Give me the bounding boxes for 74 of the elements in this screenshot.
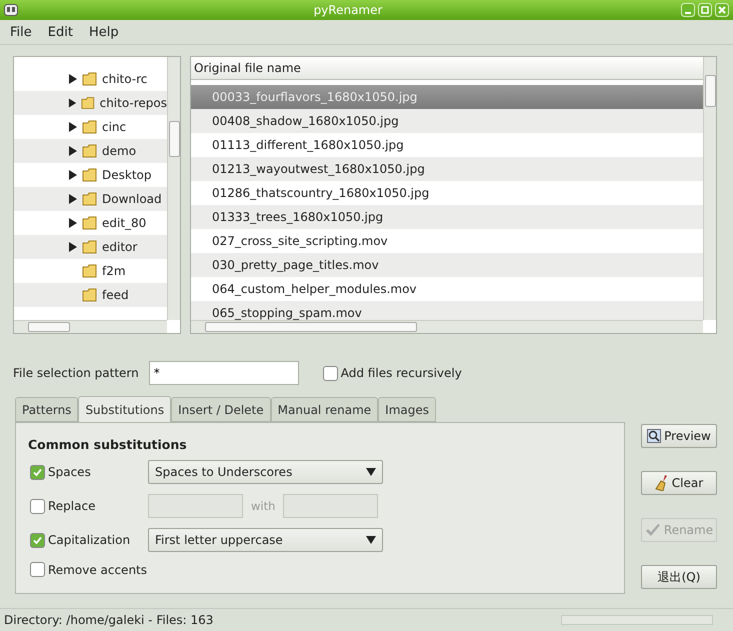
expander-icon[interactable] (68, 218, 78, 228)
file-row[interactable]: 030_pretty_page_titles.mov (191, 253, 703, 277)
expander-icon[interactable] (68, 122, 78, 132)
caret-icon (366, 468, 376, 476)
tab[interactable]: Manual rename (270, 397, 378, 422)
checkbox[interactable] (322, 366, 338, 380)
folder-icon (82, 120, 98, 134)
broom-icon (654, 475, 669, 491)
horizontal-scrollbar[interactable] (191, 320, 703, 333)
checkbox-label: Capitalization (48, 533, 130, 547)
checkmark-icon (33, 468, 42, 476)
expander-icon[interactable] (68, 98, 78, 108)
checkbox-label: Replace (48, 499, 96, 513)
tree-item[interactable]: Download (14, 187, 167, 211)
checkbox[interactable] (30, 562, 45, 577)
tab[interactable]: Substitutions (78, 396, 172, 423)
tab[interactable]: Patterns (15, 397, 78, 422)
preview-button[interactable]: Preview (641, 424, 717, 448)
folder-icon (82, 240, 98, 254)
folder-icon (82, 216, 98, 230)
folder-icon (81, 96, 96, 110)
pattern-field[interactable]: * (148, 361, 299, 385)
checkmark-icon (33, 536, 42, 544)
folder-icon (82, 192, 98, 206)
minimize-icon[interactable] (681, 3, 695, 17)
window-title: pyRenamer (312, 3, 384, 17)
dropdown[interactable]: First letter uppercase (148, 528, 383, 552)
clear-button[interactable]: Clear (641, 471, 717, 495)
vertical-scrollbar[interactable] (167, 57, 180, 320)
with-label: with (251, 499, 276, 513)
app-icon (4, 4, 18, 16)
section-heading: Common substitutions (28, 437, 187, 452)
file-row[interactable]: 065_stopping_spam.mov (191, 301, 703, 320)
checkmark-icon (644, 523, 661, 537)
file-row[interactable]: 00408_shadow_1680x1050.jpg (191, 109, 703, 133)
expander-icon[interactable] (68, 170, 78, 180)
column-header[interactable]: Original file name (191, 57, 703, 80)
expander-icon[interactable] (68, 194, 78, 204)
status-text: Directory: /home/galeki - Files: 163 (4, 613, 214, 627)
dropdown[interactable]: Spaces to Underscores (148, 460, 383, 484)
vertical-scrollbar[interactable] (703, 57, 716, 320)
checkbox[interactable] (30, 498, 45, 514)
folder-icon (82, 288, 98, 302)
tree-item[interactable]: editor (14, 235, 167, 259)
expander-icon[interactable] (68, 242, 78, 252)
folder-icon (82, 264, 98, 278)
checkbox[interactable] (30, 532, 45, 548)
checkbox-label: Remove accents (48, 562, 148, 576)
close-icon[interactable] (715, 3, 729, 17)
menu-item[interactable]: Help (80, 24, 127, 40)
maximize-icon[interactable] (698, 3, 712, 17)
menu-item[interactable]: File (2, 24, 40, 40)
file-row[interactable]: 01213_wayoutwest_1680x1050.jpg (191, 157, 703, 181)
menu-item[interactable]: Edit (40, 24, 81, 40)
tree-item[interactable]: chito-repos (14, 91, 167, 115)
quit-button[interactable]: 退出(Q) (641, 565, 717, 589)
folder-icon (82, 168, 98, 182)
folder-icon (82, 72, 98, 86)
file-row[interactable]: 01333_trees_1680x1050.jpg (191, 205, 703, 229)
checkbox-label: Add files recursively (340, 366, 462, 380)
caret-icon (366, 536, 376, 544)
checkbox-label: Spaces (48, 465, 91, 479)
tab[interactable]: Insert / Delete (171, 397, 271, 422)
pattern-label: File selection pattern (13, 366, 139, 380)
tab[interactable]: Images (378, 397, 436, 422)
magnifier-icon (647, 429, 662, 443)
horizontal-scrollbar[interactable] (14, 320, 167, 333)
tree-item[interactable]: demo (14, 139, 167, 163)
expander-icon[interactable] (68, 74, 78, 84)
checkbox[interactable] (30, 464, 45, 480)
expander-icon[interactable] (68, 146, 78, 156)
tree-item[interactable]: feed (14, 283, 167, 307)
folder-icon (82, 144, 98, 158)
resize-grip[interactable] (561, 615, 713, 625)
